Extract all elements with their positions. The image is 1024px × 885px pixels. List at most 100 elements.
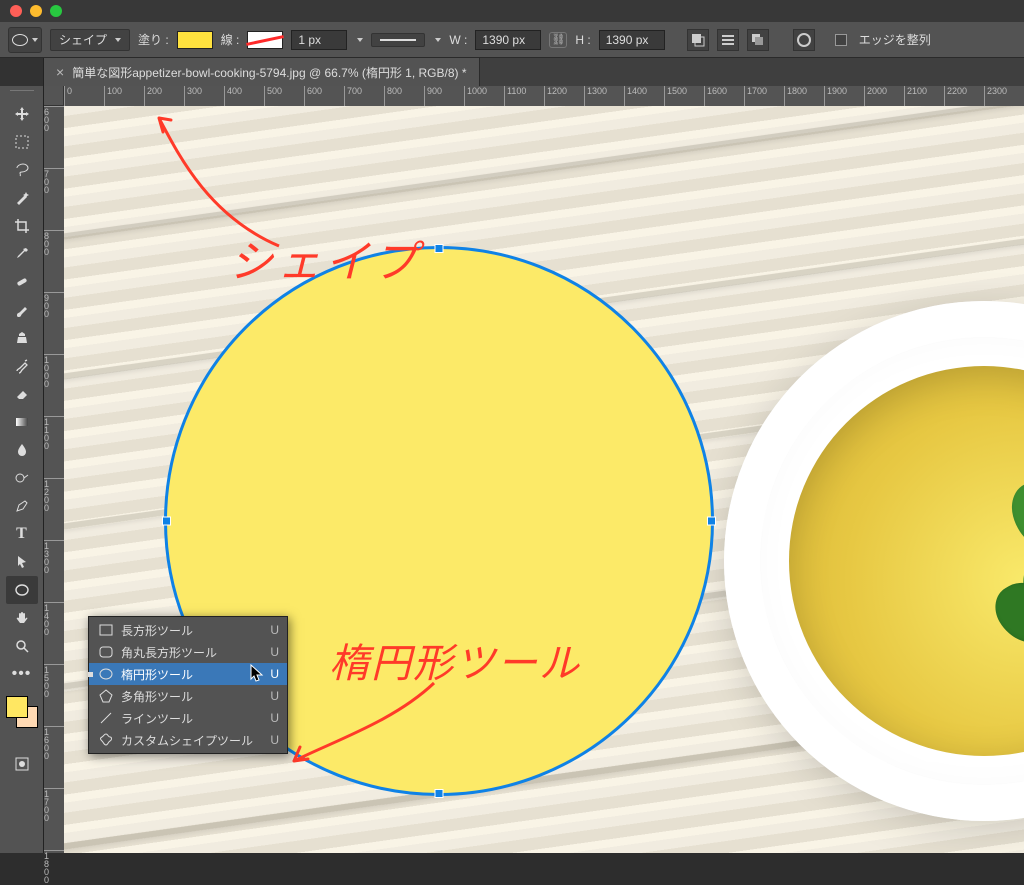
ruler-tick: 500 <box>264 86 282 106</box>
flyout-item-line[interactable]: ラインツールU <box>89 707 287 729</box>
path-alignment-button[interactable] <box>717 29 739 51</box>
ruler-tick: 700 <box>44 168 64 194</box>
hand-tool[interactable] <box>6 604 38 632</box>
align-edges-checkbox[interactable] <box>835 34 847 46</box>
gear-icon <box>797 33 811 47</box>
link-dimensions-toggle[interactable]: ⛓ <box>549 32 567 48</box>
selection-handle-left[interactable] <box>162 517 171 526</box>
flyout-item-label: 楕円形ツール <box>121 666 193 683</box>
stroke-style-select[interactable] <box>371 33 425 47</box>
pen-tool[interactable] <box>6 492 38 520</box>
ruler-tick: 1600 <box>704 86 727 106</box>
edit-toolbar-button[interactable]: ••• <box>6 660 38 688</box>
ruler-tick: 400 <box>224 86 242 106</box>
document-tab[interactable]: × 簡単な図形appetizer-bowl-cooking-5794.jpg @… <box>44 58 480 86</box>
ruler-tick: 2200 <box>944 86 967 106</box>
horizontal-ruler[interactable]: 0100200300400500600700800900100011001200… <box>64 86 1024 106</box>
close-tab-icon[interactable]: × <box>56 64 64 80</box>
move-tool[interactable] <box>6 100 38 128</box>
vertical-ruler[interactable]: 6007008009001000110012001300140015001600… <box>44 106 64 853</box>
flyout-item-roundrect[interactable]: 角丸長方形ツールU <box>89 641 287 663</box>
flyout-item-label: ラインツール <box>121 710 193 727</box>
ellipse-icon <box>97 666 115 682</box>
height-label: H : <box>575 33 590 47</box>
shape-tool-flyout: 長方形ツールU角丸長方形ツールU楕円形ツールU多角形ツールUラインツールUカスタ… <box>88 616 288 754</box>
zoom-window-button[interactable] <box>50 5 62 17</box>
history-brush-tool[interactable] <box>6 352 38 380</box>
minimize-window-button[interactable] <box>30 5 42 17</box>
close-window-button[interactable] <box>10 5 22 17</box>
ruler-tick: 1300 <box>584 86 607 106</box>
flyout-item-ellipse[interactable]: 楕円形ツール U <box>89 663 287 685</box>
stroke-color-swatch[interactable] <box>247 31 283 49</box>
canvas-area: 0100200300400500600700800900100011001200… <box>44 86 1024 853</box>
shape-options-button[interactable] <box>793 29 815 51</box>
current-tool-indicator[interactable] <box>8 27 42 53</box>
ruler-origin[interactable] <box>44 86 64 106</box>
dodge-tool[interactable] <box>6 464 38 492</box>
marquee-tool[interactable] <box>6 128 38 156</box>
crop-tool[interactable] <box>6 212 38 240</box>
options-bar: シェイプ 塗り : 線 : W : ⛓ H : エッジを整列 <box>0 22 1024 58</box>
blur-tool[interactable] <box>6 436 38 464</box>
ruler-tick: 200 <box>144 86 162 106</box>
ruler-tick: 1200 <box>544 86 567 106</box>
ruler-tick: 1200 <box>44 478 64 512</box>
lasso-tool[interactable] <box>6 156 38 184</box>
spot-healing-tool[interactable] <box>6 268 38 296</box>
eyedropper-tool[interactable] <box>6 240 38 268</box>
selection-handle-top[interactable] <box>435 244 444 253</box>
flyout-item-custom[interactable]: カスタムシェイプツール U <box>89 729 287 751</box>
chevron-down-icon <box>115 38 121 42</box>
ruler-tick: 1100 <box>44 416 64 450</box>
flyout-shortcut: U <box>270 689 279 703</box>
width-label: W : <box>449 33 467 47</box>
flyout-item-rect[interactable]: 長方形ツールU <box>89 619 287 641</box>
tool-mode-select[interactable]: シェイプ <box>50 29 130 51</box>
rect-icon <box>97 622 115 638</box>
selection-handle-right[interactable] <box>707 517 716 526</box>
stroke-label: 線 : <box>221 31 240 48</box>
shape-height-input[interactable] <box>599 30 665 50</box>
brush-tool[interactable] <box>6 296 38 324</box>
fill-color-swatch[interactable] <box>177 31 213 49</box>
foreground-color-swatch[interactable] <box>6 696 28 718</box>
ruler-tick: 600 <box>44 106 64 132</box>
align-edges-label: エッジを整列 <box>859 31 931 48</box>
flyout-item-polygon[interactable]: 多角形ツール U <box>89 685 287 707</box>
ruler-tick: 1800 <box>784 86 807 106</box>
path-arrangement-button[interactable] <box>747 29 769 51</box>
panel-grip[interactable] <box>7 90 37 98</box>
quick-mask-toggle[interactable] <box>6 750 38 778</box>
ellipse-icon <box>12 34 28 46</box>
clone-stamp-tool[interactable] <box>6 324 38 352</box>
flyout-shortcut: U <box>270 667 279 681</box>
path-operations-button[interactable] <box>687 29 709 51</box>
magic-wand-tool[interactable] <box>6 184 38 212</box>
stroke-width-input[interactable] <box>291 30 347 50</box>
selection-handle-bottom[interactable] <box>435 789 444 798</box>
ruler-tick: 1000 <box>44 354 64 388</box>
zoom-tool[interactable] <box>6 632 38 660</box>
flyout-item-label: 多角形ツール <box>121 688 193 705</box>
color-swatches[interactable] <box>4 694 40 730</box>
ruler-tick: 1600 <box>44 726 64 760</box>
ruler-tick: 100 <box>104 86 122 106</box>
shape-width-input[interactable] <box>475 30 541 50</box>
eraser-tool[interactable] <box>6 380 38 408</box>
type-tool[interactable]: T <box>6 520 38 548</box>
ruler-tick: 1700 <box>744 86 767 106</box>
path-selection-tool[interactable] <box>6 548 38 576</box>
ruler-tick: 1900 <box>824 86 847 106</box>
ruler-tick: 900 <box>424 86 442 106</box>
ruler-tick: 700 <box>344 86 362 106</box>
ruler-tick: 600 <box>304 86 322 106</box>
ruler-tick: 1300 <box>44 540 64 574</box>
chevron-down-icon[interactable] <box>435 38 441 42</box>
shape-tool[interactable] <box>6 576 38 604</box>
chevron-down-icon[interactable] <box>357 38 363 42</box>
panel-collapse-handle[interactable] <box>0 58 44 86</box>
gradient-tool[interactable] <box>6 408 38 436</box>
flyout-item-label: カスタムシェイプツール <box>121 732 253 749</box>
flyout-shortcut: U <box>270 733 279 747</box>
